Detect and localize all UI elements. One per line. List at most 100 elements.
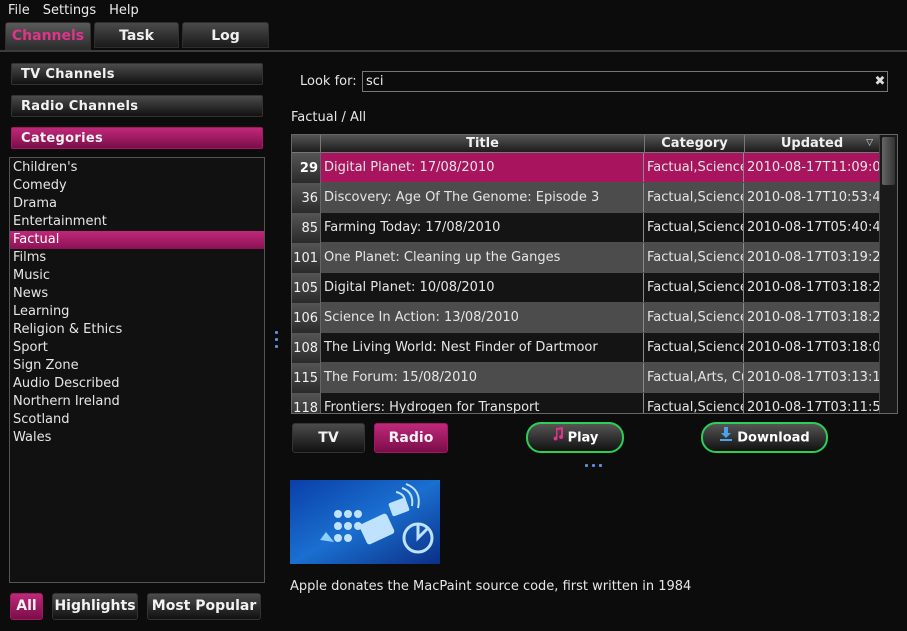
title-cell: Frontiers: Hydrogen for Transport <box>321 393 644 413</box>
download-label: Download <box>737 430 810 446</box>
table-row[interactable]: 36 Discovery: Age Of The Genome: Episode … <box>292 183 880 213</box>
list-item[interactable]: News <box>10 285 264 303</box>
row-number: 115 <box>292 363 321 393</box>
programme-table[interactable]: Title Category Updated ▽ 29 Digital Plane… <box>291 134 898 414</box>
category-list[interactable]: Children's Comedy Drama Entertainment Fa… <box>9 157 265 583</box>
row-number: 105 <box>292 273 321 303</box>
list-item[interactable]: Films <box>10 249 264 267</box>
radio-mode-button[interactable]: Radio <box>374 423 448 453</box>
table-scrollbar[interactable] <box>879 135 897 413</box>
row-number: 29 <box>292 153 321 183</box>
categories-button[interactable]: Categories <box>11 127 263 149</box>
search-label: Look for: <box>300 74 357 89</box>
play-label: Play <box>567 430 599 446</box>
radio-channels-button[interactable]: Radio Channels <box>11 95 263 117</box>
category-cell: Factual,Science <box>644 213 744 242</box>
search-input[interactable] <box>362 71 888 92</box>
table-row[interactable]: 108 The Living World: Nest Finder of Dart… <box>292 333 880 363</box>
updated-cell: 2010-08-17T05:40:4 <box>747 220 880 235</box>
tab-log[interactable]: Log <box>182 22 269 48</box>
filter-most-popular-button[interactable]: Most Popular <box>147 593 261 620</box>
category-cell: Factual,Science <box>644 153 744 182</box>
row-number: 85 <box>292 213 321 243</box>
filter-all-button[interactable]: All <box>10 593 43 620</box>
category-cell: Factual,Arts, Cu <box>644 363 744 392</box>
title-cell: The Forum: 15/08/2010 <box>321 363 644 392</box>
table-row-selected[interactable]: 29 Digital Planet: 17/08/2010 Factual,Scie… <box>292 153 880 183</box>
tab-divider <box>0 50 907 52</box>
list-item[interactable]: Children's <box>10 159 264 177</box>
table-row[interactable]: 85 Farming Today: 17/08/2010 Factual,Scien… <box>292 213 880 243</box>
title-cell: Digital Planet: 17/08/2010 <box>321 153 644 182</box>
menu-bar: File Settings Help <box>0 0 268 21</box>
list-item[interactable]: Scotland <box>10 411 264 429</box>
menu-file[interactable]: File <box>8 0 30 21</box>
scrollbar-thumb[interactable] <box>882 137 895 185</box>
row-number: 106 <box>292 303 321 333</box>
category-cell: Factual,Science <box>644 243 744 272</box>
list-item[interactable]: Learning <box>10 303 264 321</box>
list-item[interactable]: Drama <box>10 195 264 213</box>
updated-cell: 2010-08-17T03:13:1 <box>747 370 880 385</box>
download-icon <box>719 424 733 452</box>
music-note-icon <box>552 424 564 452</box>
tv-mode-button[interactable]: TV <box>292 423 365 453</box>
play-button[interactable]: Play <box>526 422 624 453</box>
tab-channels[interactable]: Channels <box>5 22 91 50</box>
title-cell: The Living World: Nest Finder of Dartmoo… <box>321 333 644 362</box>
title-cell: Farming Today: 17/08/2010 <box>321 213 644 242</box>
category-cell: Factual,Science <box>644 303 744 332</box>
list-item[interactable]: Music <box>10 267 264 285</box>
list-item[interactable]: Entertainment <box>10 213 264 231</box>
category-cell: Factual,Science <box>644 273 744 302</box>
filter-buttons: All Highlights Most Popular <box>10 593 270 620</box>
column-header-updated-label: Updated <box>780 136 844 151</box>
list-item-selected[interactable]: Factual <box>10 231 264 249</box>
list-item[interactable]: Religion & Ethics <box>10 321 264 339</box>
list-item[interactable]: Sport <box>10 339 264 357</box>
tab-task[interactable]: Task <box>94 22 179 48</box>
menu-help[interactable]: Help <box>109 0 139 21</box>
table-body: 29 Digital Planet: 17/08/2010 Factual,Scie… <box>292 153 880 413</box>
breadcrumb: Factual / All <box>291 110 367 125</box>
updated-cell: 2010-08-17T03:18:2 <box>747 280 880 295</box>
table-row[interactable]: 105 Digital Planet: 10/08/2010 Factual,Sci… <box>292 273 880 303</box>
download-button[interactable]: Download <box>701 422 828 453</box>
row-number: 118 <box>292 393 321 413</box>
row-number: 108 <box>292 333 321 363</box>
tv-channels-button[interactable]: TV Channels <box>11 63 263 85</box>
column-header-category[interactable]: Category <box>645 135 745 153</box>
title-cell: Science In Action: 13/08/2010 <box>321 303 644 332</box>
title-cell: Discovery: Age Of The Genome: Episode 3 <box>321 183 644 212</box>
column-header-updated[interactable]: Updated ▽ <box>745 135 880 153</box>
list-item[interactable]: Comedy <box>10 177 264 195</box>
list-item[interactable]: Audio Described <box>10 375 264 393</box>
column-header-title[interactable]: Title <box>321 135 645 153</box>
clear-icon[interactable]: ✖ <box>874 75 886 88</box>
filter-highlights-button[interactable]: Highlights <box>52 593 138 620</box>
category-cell: Factual,Science <box>644 333 744 362</box>
table-row[interactable]: 118 Frontiers: Hydrogen for Transport Fact… <box>292 393 880 413</box>
programme-thumbnail <box>290 480 440 564</box>
title-cell: One Planet: Cleaning up the Ganges <box>321 243 644 272</box>
main-tabs: Channels Task Log <box>5 22 272 50</box>
category-cell: Factual,Science <box>644 393 744 413</box>
row-number: 101 <box>292 243 321 273</box>
table-row[interactable]: 106 Science In Action: 13/08/2010 Factual,… <box>292 303 880 333</box>
updated-cell: 2010-08-17T11:09:0 <box>747 160 880 175</box>
row-number: 36 <box>292 183 321 213</box>
table-header: Title Category Updated ▽ <box>292 135 880 153</box>
programme-description: Apple donates the MacPaint source code, … <box>290 579 692 594</box>
updated-cell: 2010-08-17T10:53:4 <box>747 190 880 205</box>
list-item[interactable]: Northern Ireland <box>10 393 264 411</box>
table-row[interactable]: 115 The Forum: 15/08/2010 Factual,Arts, Cu… <box>292 363 880 393</box>
table-row[interactable]: 101 One Planet: Cleaning up the Ganges Fac… <box>292 243 880 273</box>
menu-settings[interactable]: Settings <box>43 0 96 21</box>
vertical-splitter-handle[interactable] <box>275 331 279 353</box>
list-item[interactable]: Sign Zone <box>10 357 264 375</box>
list-item[interactable]: Wales <box>10 429 264 447</box>
updated-cell: 2010-08-17T03:18:2 <box>747 310 880 325</box>
category-cell: Factual,Science <box>644 183 744 212</box>
row-number-header <box>292 135 321 153</box>
horizontal-splitter-handle[interactable] <box>585 464 606 467</box>
